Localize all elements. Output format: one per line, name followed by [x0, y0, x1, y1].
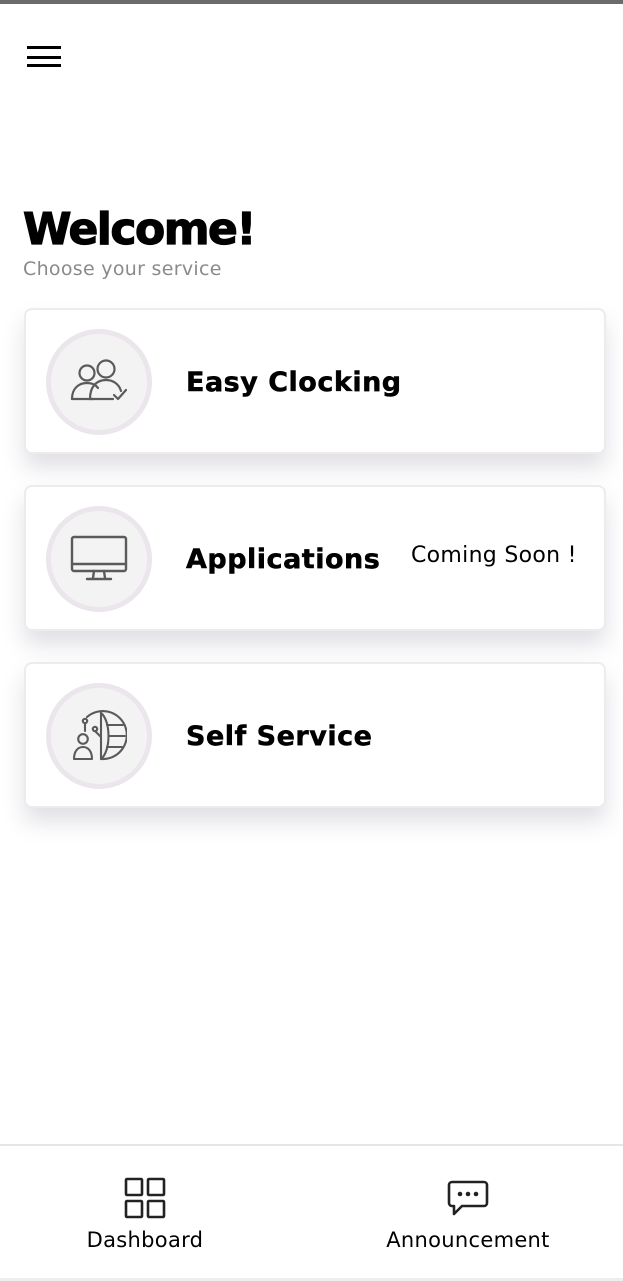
service-icon-badge — [46, 506, 152, 612]
menu-button[interactable] — [22, 36, 66, 72]
nav-item-announcement[interactable]: Announcement — [365, 1146, 571, 1276]
service-card-applications[interactable]: Applications Coming Soon ! — [24, 485, 606, 631]
service-icon-badge — [46, 329, 152, 435]
hamburger-menu-icon — [27, 46, 61, 67]
service-card-label: Applications — [186, 544, 381, 576]
service-card-label: Self Service — [186, 721, 373, 753]
nav-item-dashboard[interactable]: Dashboard — [60, 1146, 230, 1276]
service-card-easy-clocking[interactable]: Easy Clocking — [24, 308, 606, 454]
person-globe-network-icon — [72, 710, 127, 761]
page-title: Welcome! — [22, 203, 257, 255]
service-card-label: Easy Clocking — [186, 367, 402, 399]
grid-icon — [124, 1177, 166, 1219]
chat-bubble-icon — [447, 1180, 489, 1216]
coming-soon-badge: Coming Soon ! — [411, 543, 577, 568]
bottom-navigation: Dashboard Announcement — [0, 1144, 623, 1280]
service-icon-badge — [46, 683, 152, 789]
users-check-icon — [70, 359, 128, 401]
nav-label: Dashboard — [86, 1228, 204, 1252]
service-card-self-service[interactable]: Self Service — [24, 662, 606, 808]
status-bar-edge — [0, 0, 623, 4]
nav-label: Announcement — [386, 1228, 550, 1252]
page-subtitle: Choose your service — [23, 258, 222, 280]
monitor-icon — [70, 535, 128, 581]
